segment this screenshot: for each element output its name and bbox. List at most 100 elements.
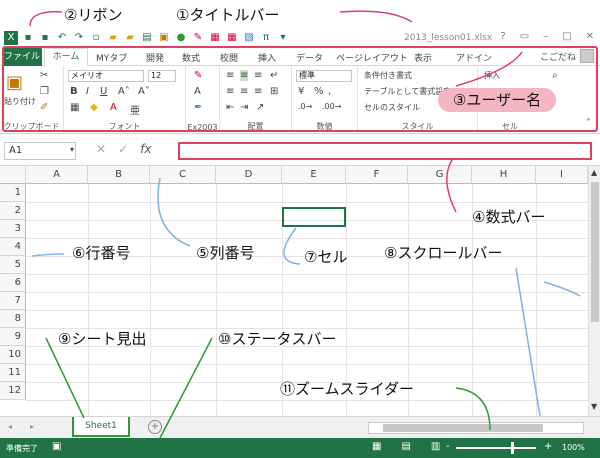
column-header[interactable]: F [346, 166, 408, 184]
column-header[interactable]: B [88, 166, 150, 184]
ribbon-display-button[interactable]: ▭ [520, 31, 529, 42]
cell-annotation: ⑦セル [304, 248, 348, 266]
statusbar-annotation: ⑩ステータスバー [218, 330, 337, 348]
folder-icon[interactable]: ▰ [123, 31, 137, 45]
name-box[interactable]: A1 [4, 142, 76, 160]
select-all-corner[interactable] [0, 166, 26, 184]
column-header[interactable]: C [150, 166, 216, 184]
formulabar-annotation: ④数式バー [472, 208, 546, 226]
column-header[interactable]: H [472, 166, 536, 184]
grid-line [26, 202, 588, 203]
horizontal-scrollbar[interactable] [368, 422, 584, 434]
grid-line [26, 364, 588, 365]
zoom-in-button[interactable]: + [544, 441, 552, 452]
zoom-slider-track[interactable] [456, 447, 536, 449]
row-header[interactable]: 7 [0, 292, 26, 310]
save-icon[interactable]: ▪ [21, 31, 35, 45]
circle-icon[interactable]: ● [174, 31, 188, 45]
column-header[interactable]: D [216, 166, 282, 184]
formula-input[interactable] [178, 142, 592, 160]
ribbon-annotation: ②リボン [64, 6, 123, 24]
cancel-icon[interactable]: ✕ [96, 142, 106, 156]
help-button[interactable]: ? [500, 31, 505, 42]
insert-function-icon[interactable]: fx [140, 142, 151, 156]
file-name: 2013_lesson01.xlsx [404, 33, 493, 43]
excel-logo-icon: X [4, 31, 18, 45]
colnum-annotation: ⑤列番号 [196, 244, 255, 262]
new-file-icon[interactable]: ▫ [89, 31, 103, 45]
scroll-thumb[interactable] [591, 182, 599, 322]
status-bar: 準備完了 ▣ ▦ ▤ ▥ - + 100% [0, 438, 600, 458]
grid-line [26, 292, 588, 293]
chart-icon[interactable]: ▦ [208, 31, 222, 45]
normal-view-icon[interactable]: ▦ [372, 441, 381, 452]
brush-icon[interactable]: ✎ [191, 31, 205, 45]
grid-line [26, 274, 588, 275]
page-layout-view-icon[interactable]: ▤ [401, 441, 410, 452]
column-header[interactable]: A [26, 166, 88, 184]
save-as-icon[interactable]: ▪ [38, 31, 52, 45]
sheet-tab[interactable]: Sheet1 [72, 417, 130, 437]
maximize-button[interactable]: □ [562, 31, 571, 42]
page-break-view-icon[interactable]: ▥ [431, 441, 440, 452]
arrow-ribbon [29, 11, 63, 27]
vertical-scrollbar[interactable]: ▲ ▼ [588, 166, 600, 416]
username-annotation: ③ユーザー名 [438, 88, 556, 112]
zoom-level[interactable]: 100% [562, 443, 585, 452]
table-icon[interactable]: ▦ [225, 31, 239, 45]
arrow-titlebar [339, 10, 413, 23]
minimize-button[interactable]: – [543, 31, 548, 42]
quick-access-toolbar: X ▪ ▪ ↶ ↷ ▫ ▰ ▰ ▤ ▣ ● ✎ ▦ ▦ ▧ π ▾ [4, 31, 290, 45]
grid-line [26, 310, 588, 311]
image-icon[interactable]: ▧ [242, 31, 256, 45]
column-header[interactable]: G [408, 166, 472, 184]
zoom-out-button[interactable]: - [446, 441, 450, 452]
row-header[interactable]: 2 [0, 202, 26, 220]
column-header[interactable]: E [282, 166, 346, 184]
row-header[interactable]: 12 [0, 382, 26, 400]
sheettab-annotation: ⑨シート見出 [58, 330, 147, 348]
print-icon[interactable]: ▤ [140, 31, 154, 45]
grid-line [26, 400, 588, 401]
zoomslider-annotation: ⑪ズームスライダー [280, 380, 414, 398]
customize-qat-icon[interactable]: ▾ [276, 31, 290, 45]
open-folder-icon[interactable]: ▰ [106, 31, 120, 45]
row-header[interactable]: 11 [0, 364, 26, 382]
scroll-down-icon[interactable]: ▼ [591, 402, 597, 411]
undo-icon[interactable]: ↶ [55, 31, 69, 45]
zoom-slider-knob[interactable] [511, 442, 514, 454]
rownum-annotation: ⑥行番号 [72, 244, 131, 262]
title-bar: X ▪ ▪ ↶ ↷ ▫ ▰ ▰ ▤ ▣ ● ✎ ▦ ▦ ▧ π ▾ 2013_l… [0, 28, 600, 48]
status-text: 準備完了 [6, 444, 38, 453]
view-buttons: ▦ ▤ ▥ [372, 441, 440, 452]
paste-icon[interactable]: ▣ [157, 31, 171, 45]
scroll-up-icon[interactable]: ▲ [591, 168, 597, 177]
titlebar-annotation: ①タイトルバー [176, 6, 280, 24]
row-header[interactable]: 5 [0, 256, 26, 274]
row-header[interactable]: 9 [0, 328, 26, 346]
sheet-next-icon[interactable]: ▸ [30, 422, 34, 431]
formula-buttons: ✕ ✓ fx [96, 142, 151, 156]
redo-icon[interactable]: ↷ [72, 31, 86, 45]
row-header[interactable]: 3 [0, 220, 26, 238]
row-header[interactable]: 4 [0, 238, 26, 256]
add-sheet-button[interactable]: + [148, 420, 162, 434]
row-header[interactable]: 8 [0, 310, 26, 328]
pi-icon[interactable]: π [259, 31, 273, 45]
scrollbar-annotation: ⑧スクロールバー [384, 244, 503, 262]
active-cell[interactable] [282, 207, 346, 227]
row-header[interactable]: 10 [0, 346, 26, 364]
grid-line [26, 238, 588, 239]
sheet-tab-bar: ◂ ▸ Sheet1 + [0, 416, 600, 438]
window-controls: ? ▭ – □ ✕ [500, 31, 594, 42]
row-header[interactable]: 6 [0, 274, 26, 292]
close-button[interactable]: ✕ [586, 31, 594, 42]
formula-bar: A1 ▾ ✕ ✓ fx [0, 136, 600, 166]
enter-icon[interactable]: ✓ [118, 142, 128, 156]
row-header[interactable]: 1 [0, 184, 26, 202]
hscroll-thumb[interactable] [383, 424, 543, 432]
name-box-dropdown-icon[interactable]: ▾ [70, 145, 74, 154]
column-header[interactable]: I [536, 166, 588, 184]
sheet-prev-icon[interactable]: ◂ [8, 422, 12, 431]
macro-record-icon[interactable]: ▣ [52, 441, 61, 452]
